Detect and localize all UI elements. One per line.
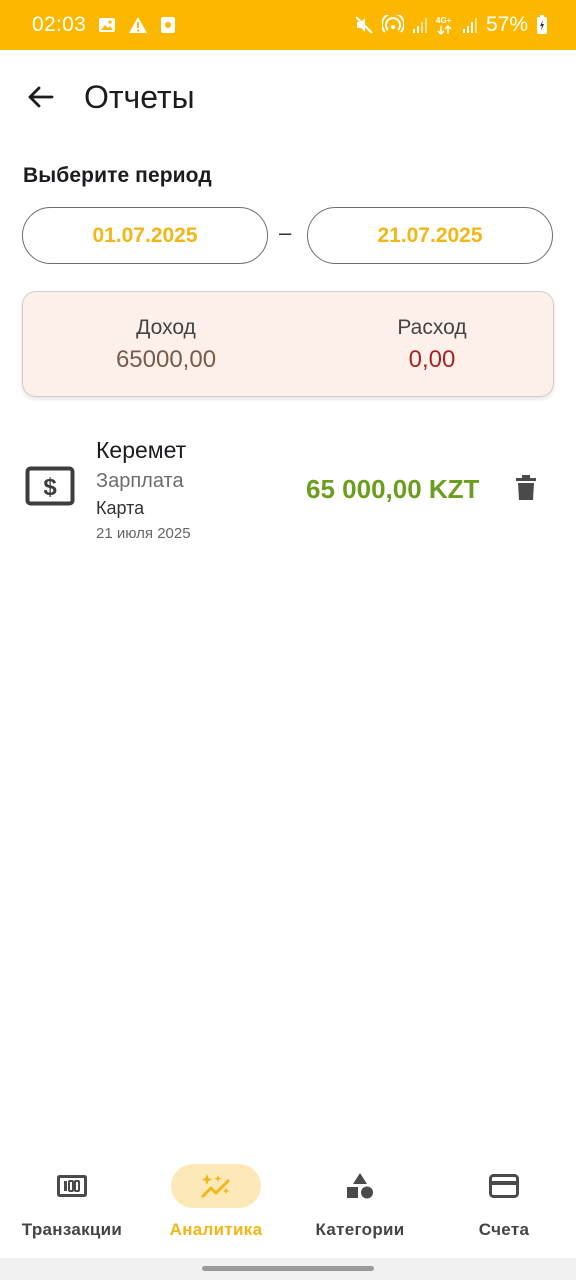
svg-text:$: $ <box>43 474 57 501</box>
transaction-title: Керемет <box>96 437 187 463</box>
categories-icon <box>347 1173 373 1199</box>
income-summary: Доход 65000,00 <box>66 316 266 374</box>
period-label: Выберите период <box>23 164 212 187</box>
card-icon <box>489 1174 519 1198</box>
back-button[interactable] <box>20 77 60 117</box>
transaction-date: 21 июля 2025 <box>96 525 191 542</box>
hotspot-icon <box>381 15 404 35</box>
nav-label-accounts: Счета <box>478 1220 530 1239</box>
app-bar: Отчеты <box>0 50 576 144</box>
bottom-navigation: Транзакции Аналитика Категории Счета <box>0 1148 576 1258</box>
svg-text:4G+: 4G+ <box>436 16 452 25</box>
start-date-button[interactable]: 01.07.2025 <box>22 207 268 264</box>
warning-icon <box>128 16 148 34</box>
page-title: Отчеты <box>84 78 195 115</box>
image-icon <box>98 16 116 34</box>
transaction-amount: 65 000,00 KZT <box>306 474 480 504</box>
nav-label-analytics: Аналитика <box>169 1220 263 1239</box>
status-time: 02:03 <box>32 13 87 36</box>
transaction-account: Карта <box>96 498 145 518</box>
mute-icon <box>354 15 374 35</box>
expense-summary: Расход 0,00 <box>332 316 532 374</box>
status-bar: 02:03 4G+ 57% <box>0 0 576 50</box>
trash-icon <box>516 475 536 500</box>
signal-icon <box>412 16 428 34</box>
nav-label-transactions: Транзакции <box>21 1220 123 1239</box>
income-value: 65000,00 <box>115 346 217 373</box>
status-system-icons: 4G+ 57% <box>354 13 548 37</box>
money-icon: $ <box>25 466 75 506</box>
status-notification-icons <box>98 16 176 34</box>
nav-item-transactions[interactable]: Транзакции <box>0 1148 144 1258</box>
battery-percent: 57% <box>485 13 528 36</box>
gesture-handle[interactable] <box>202 1266 374 1271</box>
date-separator: – <box>279 220 292 245</box>
income-label: Доход <box>136 316 196 339</box>
4g-signal-icon: 4G+ <box>436 15 454 35</box>
transaction-category: Зарплата <box>96 470 184 492</box>
signal-icon-2 <box>462 16 478 34</box>
gesture-navigation-area <box>0 1258 576 1280</box>
battery-icon <box>536 15 548 35</box>
nav-item-accounts[interactable]: Счета <box>432 1148 576 1258</box>
nav-item-categories[interactable]: Категории <box>288 1148 432 1258</box>
summary-card: Доход 65000,00 Расход 0,00 <box>22 291 554 397</box>
arrow-left-icon <box>28 86 54 108</box>
expense-label: Расход <box>397 316 467 339</box>
nav-label-categories: Категории <box>315 1220 405 1239</box>
transactions-icon <box>57 1175 87 1197</box>
expense-value: 0,00 <box>408 346 456 373</box>
app-notification-icon <box>160 16 176 34</box>
delete-button[interactable] <box>510 472 542 504</box>
analytics-icon <box>200 1174 231 1199</box>
transaction-item[interactable]: $ Керемет Зарплата Карта 21 июля 2025 65… <box>0 422 576 552</box>
nav-item-analytics[interactable]: Аналитика <box>144 1148 288 1258</box>
end-date-button[interactable]: 21.07.2025 <box>307 207 553 264</box>
